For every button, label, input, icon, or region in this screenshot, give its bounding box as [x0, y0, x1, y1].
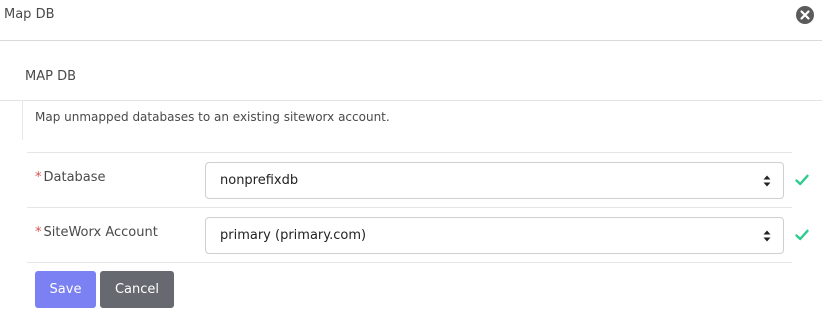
section-description: Map unmapped databases to an existing si… — [35, 110, 390, 124]
section-divider — [0, 100, 822, 101]
modal-title: Map DB — [4, 7, 55, 22]
required-marker: * — [35, 225, 42, 240]
database-select[interactable]: nonprefixdb — [205, 162, 784, 199]
row-divider — [27, 152, 792, 153]
save-button[interactable]: Save — [35, 271, 96, 308]
siteworx-account-label: * SiteWorx Account — [35, 225, 158, 240]
modal-header: Map DB — [0, 0, 822, 41]
select-arrows-icon — [763, 175, 771, 187]
row-divider — [27, 262, 792, 263]
close-icon[interactable] — [796, 6, 814, 24]
description-border — [22, 100, 23, 140]
database-label: * Database — [35, 170, 106, 185]
map-db-modal: Map DB MAP DB Map unmapped databases to … — [0, 0, 822, 317]
section-title: MAP DB — [25, 69, 77, 84]
siteworx-account-select-value: primary (primary.com) — [220, 228, 367, 243]
row-divider — [27, 207, 792, 208]
siteworx-account-label-text: SiteWorx Account — [43, 225, 158, 240]
required-marker: * — [35, 170, 42, 185]
database-label-text: Database — [43, 170, 106, 185]
valid-check-icon — [795, 174, 809, 186]
siteworx-account-select[interactable]: primary (primary.com) — [205, 217, 784, 254]
valid-check-icon — [795, 229, 809, 241]
cancel-button[interactable]: Cancel — [100, 271, 174, 308]
select-arrows-icon — [763, 230, 771, 242]
database-select-value: nonprefixdb — [220, 173, 299, 188]
